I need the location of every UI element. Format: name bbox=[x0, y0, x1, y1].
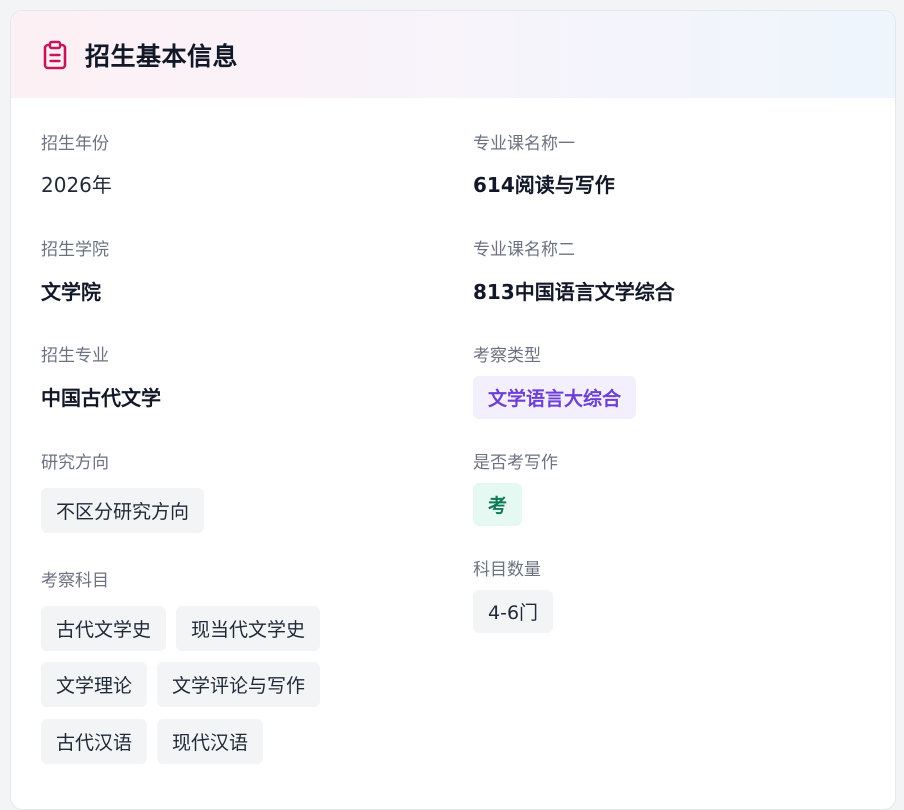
writing-field: 是否考写作 考 bbox=[473, 452, 558, 526]
exam-type-label: 考察类型 bbox=[473, 346, 541, 366]
subject-tag: 古代汉语 bbox=[41, 719, 148, 764]
card-body: 招生年份 2026年 招生学院 文学院 招生专业 中国古代文学 研究方向 不区分… bbox=[11, 98, 895, 809]
subjects-label: 考察科目 bbox=[41, 571, 109, 591]
direction-field: 研究方向 不区分研究方向 bbox=[41, 452, 205, 533]
admission-info-card: 招生基本信息 招生年份 2026年 招生学院 文学院 招生专业 中国古代文学 研… bbox=[10, 10, 896, 810]
exam-type-badge: 文学语言大综合 bbox=[473, 376, 637, 419]
major-label: 招生专业 bbox=[41, 346, 109, 366]
course2-field: 专业课名称二 813中国语言文学综合 bbox=[473, 239, 675, 304]
course1-value: 614阅读与写作 bbox=[473, 173, 615, 197]
year-value: 2026年 bbox=[41, 173, 112, 197]
course1-label: 专业课名称一 bbox=[473, 134, 575, 154]
major-field: 招生专业 中国古代文学 bbox=[41, 345, 161, 410]
course2-label: 专业课名称二 bbox=[473, 240, 575, 260]
subject-count-field: 科目数量 4-6门 bbox=[473, 559, 554, 633]
subject-count-label: 科目数量 bbox=[473, 560, 541, 580]
subject-tag: 古代文学史 bbox=[41, 606, 167, 651]
subject-count-badge: 4-6门 bbox=[473, 590, 554, 633]
subject-tag: 文学理论 bbox=[41, 662, 148, 707]
subject-tag: 文学评论与写作 bbox=[157, 662, 321, 707]
exam-type-field: 考察类型 文学语言大综合 bbox=[473, 345, 637, 419]
subjects-field: 考察科目 古代文学史 现当代文学史 文学理论 文学评论与写作 古代汉语 现代汉语 bbox=[41, 570, 321, 764]
clipboard-icon bbox=[43, 40, 67, 69]
college-field: 招生学院 文学院 bbox=[41, 239, 109, 304]
direction-label: 研究方向 bbox=[41, 453, 109, 473]
writing-badge: 考 bbox=[473, 483, 523, 526]
year-field: 招生年份 2026年 bbox=[41, 133, 112, 197]
subject-tag: 现当代文学史 bbox=[176, 606, 321, 651]
college-label: 招生学院 bbox=[41, 240, 109, 260]
subject-tag: 现代汉语 bbox=[157, 719, 264, 764]
course1-field: 专业课名称一 614阅读与写作 bbox=[473, 133, 615, 197]
year-label: 招生年份 bbox=[41, 134, 109, 154]
card-title: 招生基本信息 bbox=[85, 41, 239, 71]
card-header: 招生基本信息 bbox=[11, 11, 895, 98]
writing-label: 是否考写作 bbox=[473, 453, 558, 473]
course2-value: 813中国语言文学综合 bbox=[473, 280, 675, 304]
major-value: 中国古代文学 bbox=[41, 386, 161, 410]
direction-tag: 不区分研究方向 bbox=[41, 488, 205, 533]
college-value: 文学院 bbox=[41, 280, 101, 304]
